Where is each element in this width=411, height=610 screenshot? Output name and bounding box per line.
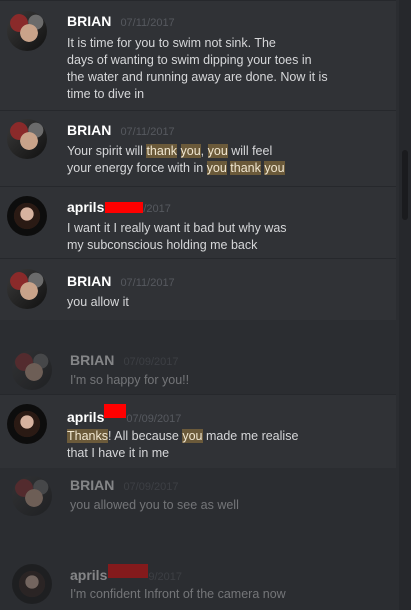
avatar[interactable] — [7, 269, 47, 309]
message-author[interactable]: BRIAN — [67, 273, 111, 289]
message-timestamp: 07/09/2017 — [123, 356, 179, 368]
avatar[interactable] — [7, 119, 47, 159]
avatar[interactable] — [12, 476, 52, 516]
message-item[interactable]: aprils/2017 I want it I really want it b… — [0, 186, 396, 258]
scrollbar-track[interactable] — [399, 0, 411, 610]
search-highlight: you — [206, 161, 227, 175]
search-highlight: you — [207, 144, 228, 158]
message-timestamp: /2017 — [143, 203, 171, 215]
avatar[interactable] — [7, 196, 47, 236]
message-author[interactable]: BRIAN — [67, 122, 111, 138]
message-item[interactable]: BRIAN 07/09/2017 you allowed you to see … — [0, 470, 396, 520]
message-text: you allow it — [67, 295, 129, 309]
message-timestamp: 07/11/2017 — [120, 126, 175, 138]
search-highlight: you — [264, 161, 285, 175]
message-timestamp: 07/09/2017 — [123, 481, 179, 493]
avatar[interactable] — [7, 11, 47, 51]
message-author[interactable]: BRIAN — [67, 13, 111, 29]
message-text: It is time for you to swim not sink. The… — [67, 36, 328, 101]
message-author[interactable]: aprils — [70, 567, 107, 583]
avatar[interactable] — [12, 564, 52, 604]
avatar[interactable] — [7, 404, 47, 444]
search-highlight: thank — [146, 144, 178, 158]
message-text: you allowed you to see as well — [70, 498, 239, 512]
message-author[interactable]: BRIAN — [70, 477, 114, 493]
message-text: I'm confident Infront of the camera now — [70, 587, 286, 601]
message-author[interactable]: BRIAN — [70, 352, 114, 368]
message-item[interactable]: BRIAN 07/09/2017 I'm so happy for you!! — [0, 342, 396, 392]
message-timestamp: 9/2017 — [148, 571, 183, 583]
search-highlight: you — [180, 144, 201, 158]
search-highlight: Thanks — [67, 429, 108, 443]
redaction-mark — [105, 202, 144, 213]
message-timestamp: 07/09/2017 — [126, 413, 182, 425]
message-text: Your spirit will thank you, you will fee… — [67, 144, 285, 175]
message-timestamp: 07/11/2017 — [120, 17, 175, 29]
search-highlight: thank — [230, 161, 261, 175]
redaction-mark — [108, 564, 149, 578]
redaction-mark — [104, 404, 127, 418]
message-item[interactable]: aprils 07/09/2017 Thanks! All because you… — [0, 394, 396, 468]
scrollbar-thumb[interactable] — [402, 150, 408, 220]
search-highlight: you — [182, 429, 203, 443]
message-item[interactable]: BRIAN 07/11/2017 It is time for you to s… — [0, 0, 396, 110]
message-text: I'm so happy for you!! — [70, 373, 190, 387]
message-author[interactable]: aprils — [67, 199, 104, 215]
message-item[interactable]: BRIAN 07/11/2017 you allow it — [0, 258, 396, 320]
message-feed: BRIAN 07/11/2017 It is time for you to s… — [0, 0, 398, 610]
message-timestamp: 07/11/2017 — [120, 277, 175, 289]
message-item[interactable]: BRIAN 07/11/2017 Your spirit will thank … — [0, 110, 396, 186]
message-item[interactable]: aprils 9/2017 I'm confident Infront of th… — [0, 558, 396, 610]
message-text: I want it I really want it bad but why w… — [67, 221, 287, 252]
message-text: Thanks! All because you made me realise … — [67, 429, 299, 460]
avatar[interactable] — [12, 350, 52, 390]
message-author[interactable]: aprils — [67, 409, 104, 425]
